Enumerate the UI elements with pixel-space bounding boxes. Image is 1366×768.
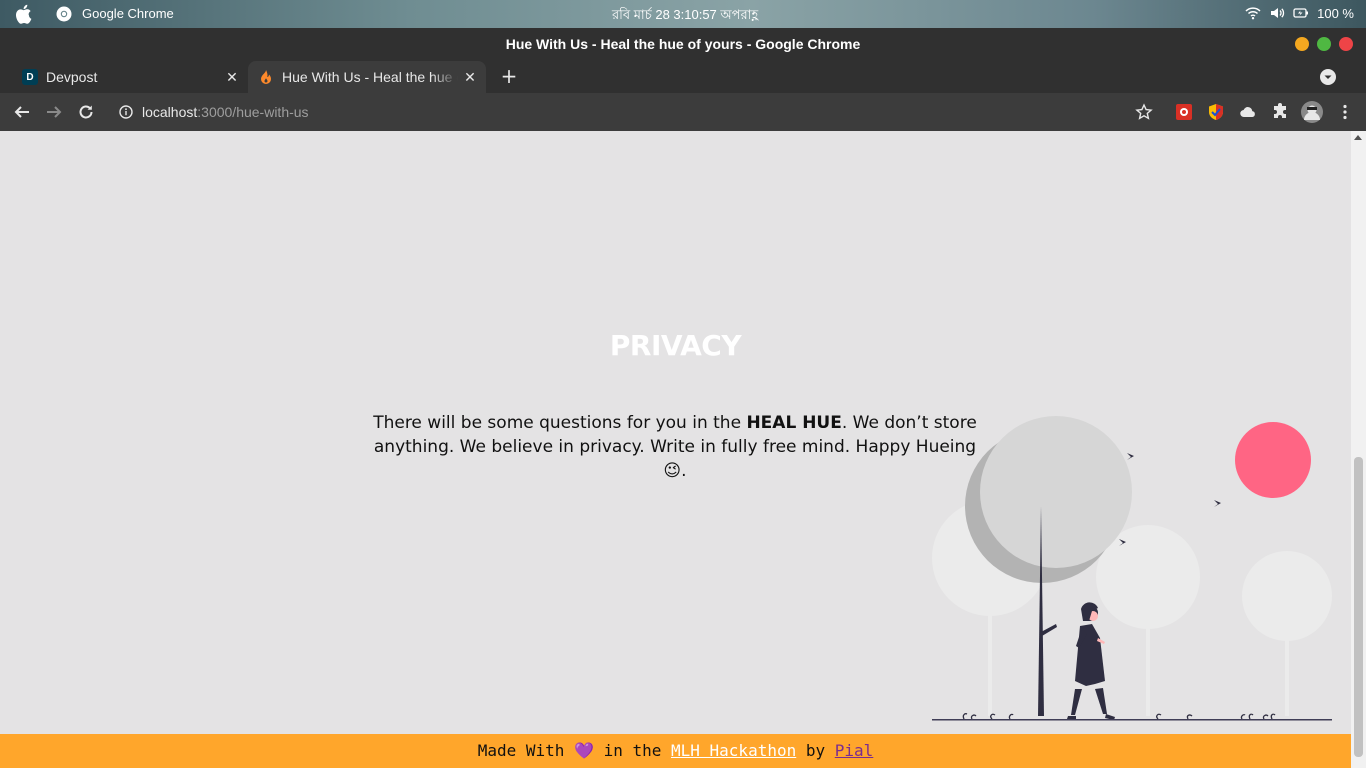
scroll-up-arrow-icon[interactable] (1354, 135, 1362, 140)
footer-made-with: Made With (477, 741, 575, 760)
avatar[interactable] (1301, 101, 1323, 123)
footer-in-the: in the (593, 741, 671, 760)
page-content: PRIVACY There will be some questions for… (0, 131, 1351, 768)
scrollbar-thumb[interactable] (1354, 457, 1363, 757)
bookmark-star-icon[interactable] (1135, 103, 1153, 121)
back-arrow-icon[interactable] (13, 103, 31, 121)
os-top-bar: Google Chrome রবি মার্চ 28 3:10:57 অপরাহ… (0, 0, 1366, 28)
window-title-bar: Hue With Us - Heal the hue of yours - Go… (0, 28, 1366, 60)
address-bar[interactable]: localhost:3000/hue-with-us (112, 98, 1162, 126)
close-tab-icon[interactable]: ✕ (462, 69, 478, 85)
wifi-icon[interactable] (1245, 5, 1261, 21)
url-text[interactable]: localhost:3000/hue-with-us (142, 104, 309, 120)
chrome-icon[interactable] (56, 6, 72, 22)
extension-red-icon[interactable] (1175, 103, 1193, 121)
new-tab-button[interactable]: + (500, 66, 518, 86)
tab-label: Devpost (46, 69, 98, 85)
reload-icon[interactable] (77, 103, 95, 121)
tab-strip: D Devpost ✕ Hue With Us - Heal the hue o… (0, 60, 1366, 93)
close-window-button[interactable] (1339, 37, 1353, 51)
window-title: Hue With Us - Heal the hue of yours - Go… (505, 36, 861, 52)
devpost-favicon-icon: D (22, 69, 38, 85)
extensions-puzzle-icon[interactable] (1271, 103, 1289, 121)
chevron-down-icon (1324, 75, 1332, 79)
mlh-hackathon-link[interactable]: MLH Hackathon (671, 741, 796, 760)
menu-kebab-icon[interactable] (1336, 103, 1354, 121)
privacy-text-bold: HEAL HUE (746, 413, 842, 433)
privacy-paragraph: There will be some questions for you in … (360, 411, 990, 483)
footer-by: by (796, 741, 835, 760)
tab-label: Hue With Us - Heal the hue of yours (282, 69, 458, 85)
flame-favicon-icon (258, 69, 274, 85)
pial-link[interactable]: Pial (835, 741, 874, 760)
url-host: localhost (142, 104, 198, 120)
vertical-scrollbar[interactable] (1351, 131, 1366, 768)
system-tray: 100 % (1245, 5, 1354, 21)
minimize-button[interactable] (1295, 37, 1309, 51)
close-tab-icon[interactable]: ✕ (224, 69, 240, 85)
page-footer: Made With 💜 in the MLH Hackathon by Pial (0, 734, 1351, 768)
extension-shield-icon[interactable] (1207, 103, 1225, 121)
maximize-button[interactable] (1317, 37, 1331, 51)
page-title: PRIVACY (609, 329, 742, 362)
os-app-name[interactable]: Google Chrome (82, 6, 174, 21)
browser-toolbar: localhost:3000/hue-with-us (0, 93, 1366, 131)
walking-woman-illustration (932, 416, 1332, 721)
battery-icon[interactable] (1293, 5, 1309, 21)
apple-icon[interactable] (14, 4, 32, 24)
forward-arrow-icon[interactable] (45, 103, 63, 121)
url-path: :3000/hue-with-us (197, 104, 309, 120)
os-clock[interactable]: রবি মার্চ 28 3:10:57 অপরাহ্ণ (612, 6, 758, 27)
tab-devpost[interactable]: D Devpost ✕ (12, 61, 248, 93)
tab-search-button[interactable] (1320, 69, 1336, 85)
volume-icon[interactable] (1269, 5, 1285, 21)
info-icon[interactable] (119, 105, 133, 119)
cloud-icon[interactable] (1239, 103, 1257, 121)
heart-icon: 💜 (574, 741, 594, 760)
tab-hue-with-us[interactable]: Hue With Us - Heal the hue of yours ✕ (248, 61, 486, 93)
privacy-text-start: There will be some questions for you in … (373, 413, 747, 433)
battery-percent: 100 % (1317, 5, 1354, 21)
